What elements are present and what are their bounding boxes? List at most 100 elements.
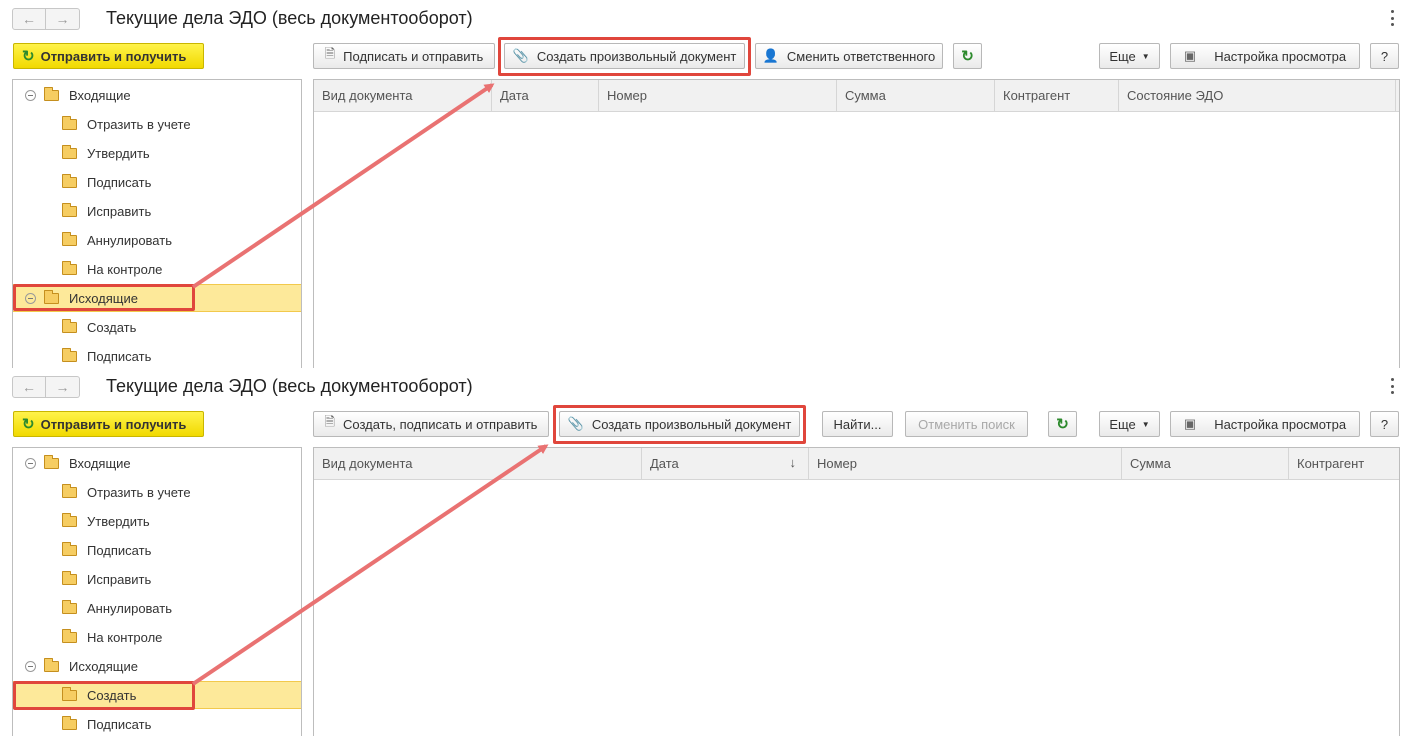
sort-descending-icon: ↓ [789, 455, 797, 470]
users-swap-icon: 👤 [762, 48, 779, 63]
view-settings-icon: ▣ [1183, 48, 1197, 63]
refresh-icon: ↻ [961, 48, 974, 65]
view-settings-icon: ▣ [1183, 416, 1197, 431]
tree-item[interactable]: Подписать [13, 168, 350, 196]
highlight-box-create [13, 681, 195, 710]
find-button[interactable]: Найти... [822, 411, 893, 437]
change-responsible-button[interactable]: 👤 Сменить ответственного [755, 43, 943, 69]
tree-item[interactable]: Отразить в учете [13, 478, 350, 506]
tree-item-incoming[interactable]: Входящие [13, 81, 313, 109]
help-button[interactable]: ? [1370, 411, 1399, 437]
back-button[interactable]: ← [12, 376, 46, 398]
tree-item[interactable]: Создать [13, 313, 350, 341]
more-button[interactable]: Еще ▼ [1099, 43, 1160, 69]
refresh-icon: ↻ [1056, 416, 1069, 433]
folder-tree: Входящие Отразить в учете Утвердить Подп… [12, 79, 302, 368]
sign-send-button[interactable]: 🗎 Подписать и отправить [313, 43, 495, 69]
document-send-icon: 🗎 [324, 414, 335, 429]
tree-item[interactable]: Отразить в учете [13, 110, 350, 138]
highlight-box-create-document [553, 405, 806, 444]
tree-item[interactable]: Утвердить [13, 507, 350, 535]
tree-item-incoming[interactable]: Входящие [13, 449, 313, 477]
tree-item[interactable]: Утвердить [13, 139, 350, 167]
folder-icon [62, 115, 77, 130]
column-header[interactable]: Сумма [837, 80, 995, 111]
folder-icon [62, 144, 77, 159]
more-menu-icon[interactable] [1388, 10, 1396, 26]
help-button[interactable]: ? [1370, 43, 1399, 69]
more-button[interactable]: Еще ▼ [1099, 411, 1160, 437]
column-header[interactable]: Контрагент [995, 80, 1119, 111]
tree-item[interactable]: Исправить [13, 565, 350, 593]
refresh-button[interactable]: ↻ [953, 43, 982, 69]
folder-icon [62, 231, 77, 246]
column-header[interactable]: Вид документа [314, 80, 492, 111]
folder-icon [44, 454, 59, 469]
panel-top: ← → Текущие дела ЭДО (весь документообор… [0, 0, 1418, 368]
column-header[interactable]: Дата [492, 80, 599, 111]
tree-item[interactable]: На контроле [13, 623, 350, 651]
table-header: Вид документа Дата ↓ Номер Сумма Контраг… [314, 448, 1399, 480]
send-receive-button[interactable]: ↻ Отправить и получить [13, 43, 204, 69]
view-settings-button[interactable]: ▣ Настройка просмотра [1170, 411, 1360, 437]
tree-item[interactable]: Аннулировать [13, 594, 350, 622]
arrow-left-icon: ← [22, 11, 36, 27]
back-button[interactable]: ← [12, 8, 46, 30]
page-title: Текущие дела ЭДО (весь документооборот) [106, 8, 473, 28]
collapse-icon[interactable] [25, 660, 36, 672]
folder-icon [44, 657, 59, 672]
folder-icon [62, 715, 77, 730]
folder-icon [62, 202, 77, 217]
refresh-button[interactable]: ↻ [1048, 411, 1077, 437]
documents-table: Вид документа Дата Номер Сумма Контраген… [313, 79, 1400, 368]
arrow-left-icon: ← [22, 379, 36, 395]
cancel-search-button[interactable]: Отменить поиск [905, 411, 1028, 437]
tree-item[interactable]: Исправить [13, 197, 350, 225]
forward-button[interactable]: → [46, 376, 80, 398]
chevron-down-icon: ▼ [1141, 51, 1150, 61]
refresh-icon: ↻ [22, 416, 35, 433]
column-header[interactable]: Контрагент [1289, 448, 1396, 479]
tree-item[interactable]: Подписать [13, 342, 350, 368]
tree-item[interactable]: Подписать [13, 710, 350, 736]
tree-item[interactable]: Подписать [13, 536, 350, 564]
arrow-right-icon: → [55, 11, 70, 27]
column-header[interactable]: Номер [809, 448, 1122, 479]
column-header-date[interactable]: Дата ↓ [642, 448, 809, 479]
create-sign-send-button[interactable]: 🗎 Создать, подписать и отправить [313, 411, 549, 437]
more-menu-icon[interactable] [1388, 378, 1396, 394]
column-header[interactable]: Состояние ЭДО [1119, 80, 1396, 111]
column-header[interactable]: Сумма [1122, 448, 1289, 479]
collapse-icon[interactable] [25, 89, 36, 101]
chevron-down-icon: ▼ [1141, 419, 1150, 429]
folder-icon [62, 347, 77, 362]
folder-icon [62, 173, 77, 188]
folder-icon [62, 570, 77, 585]
highlight-box-create-document [498, 37, 751, 76]
panel-bottom: ← → Текущие дела ЭДО (весь документообор… [0, 368, 1418, 736]
forward-button[interactable]: → [46, 8, 80, 30]
folder-icon [62, 318, 77, 333]
arrow-right-icon: → [55, 379, 70, 395]
documents-table: Вид документа Дата ↓ Номер Сумма Контраг… [313, 447, 1400, 736]
send-receive-button[interactable]: ↻ Отправить и получить [13, 411, 204, 437]
folder-icon [62, 628, 77, 643]
folder-icon [62, 483, 77, 498]
page-title: Текущие дела ЭДО (весь документооборот) [106, 376, 473, 396]
column-header[interactable]: Вид документа [314, 448, 642, 479]
tree-item[interactable]: Аннулировать [13, 226, 350, 254]
document-send-icon: 🗎 [324, 46, 336, 61]
collapse-icon[interactable] [25, 457, 36, 469]
column-header[interactable]: Номер [599, 80, 837, 111]
folder-icon [44, 86, 59, 101]
refresh-icon: ↻ [22, 48, 35, 65]
highlight-box-outgoing [13, 284, 195, 311]
tree-item[interactable]: На контроле [13, 255, 350, 283]
folder-icon [62, 512, 77, 527]
view-settings-button[interactable]: ▣ Настройка просмотра [1170, 43, 1360, 69]
tree-item-outgoing[interactable]: Исходящие [13, 652, 313, 680]
folder-icon [62, 260, 77, 275]
folder-icon [62, 541, 77, 556]
table-header: Вид документа Дата Номер Сумма Контраген… [314, 80, 1399, 112]
folder-icon [62, 599, 77, 614]
